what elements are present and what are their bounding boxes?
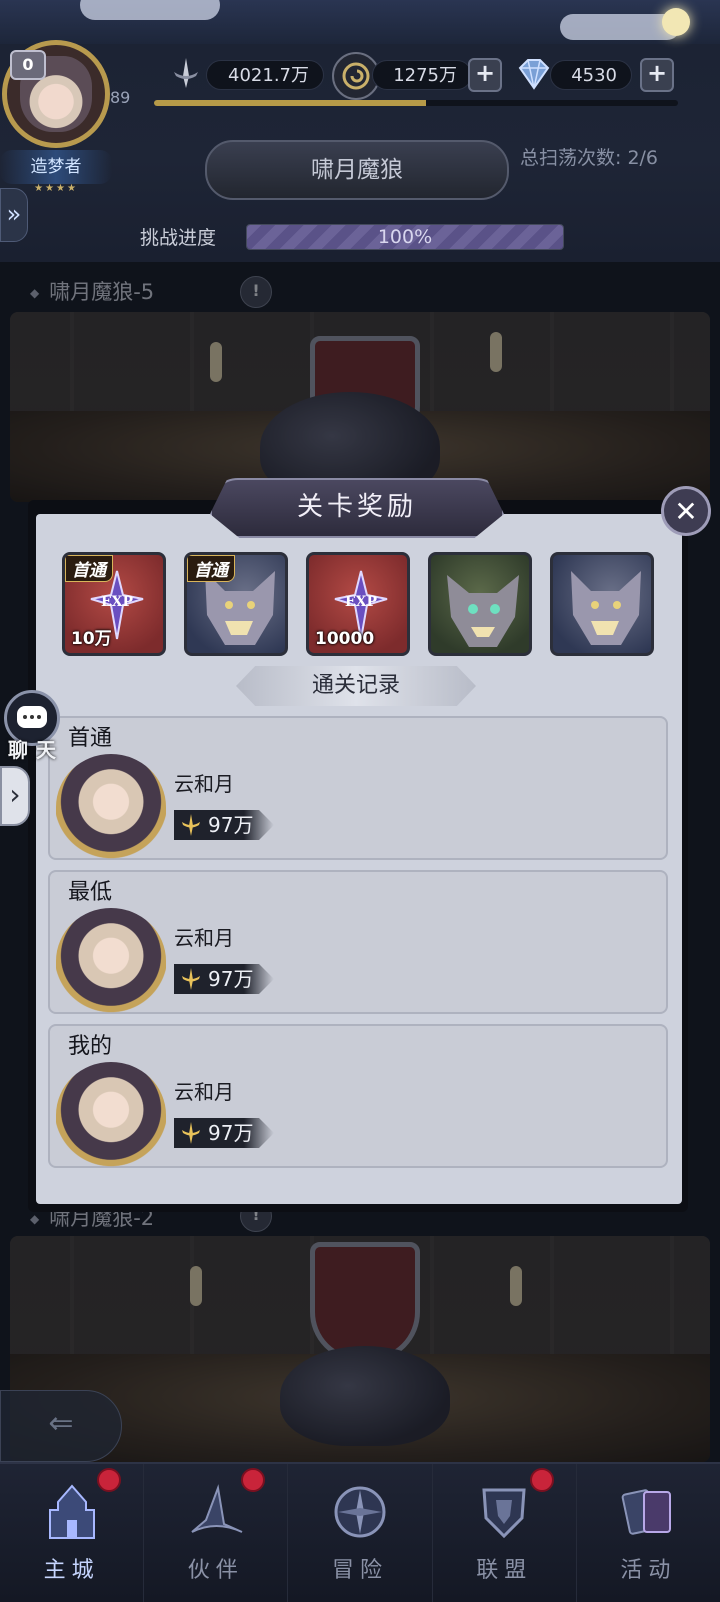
record-label: 我的 [68, 1034, 113, 1059]
record-player-name: 云和月 [174, 926, 234, 950]
reward-amount: 10万 [71, 629, 112, 649]
reward-item[interactable]: EXP 10000 [306, 552, 410, 656]
close-button[interactable]: ✕ [661, 486, 711, 536]
records-title: 通关记录 [311, 673, 400, 698]
reward-item[interactable]: 首通 [184, 552, 288, 656]
challenge-progress-text: 100% [377, 226, 433, 248]
side-expand-button[interactable]: › [0, 766, 30, 826]
svg-text:EXP: EXP [101, 594, 134, 610]
wolf-green-avatar-icon [447, 575, 519, 647]
add-gold-button[interactable]: + [468, 58, 502, 92]
nav-label: 活动 [620, 1558, 677, 1583]
challenge-progress-bar: 100% [246, 224, 564, 250]
vip-badge: 0 [10, 50, 46, 80]
chat-label: 聊天 [8, 738, 64, 762]
player-portrait [56, 1062, 166, 1168]
reward-item[interactable] [550, 552, 654, 656]
challenge-progress-label: 挑战进度 [140, 227, 217, 249]
record-card-lowest[interactable]: 最低 云和月 97万 [48, 870, 668, 1014]
player-level: 89 [110, 88, 131, 107]
sword-power-icon [182, 968, 200, 990]
gold-value: 1275万 [372, 60, 472, 90]
add-diamond-button[interactable]: + [640, 58, 674, 92]
svg-text:EXP: EXP [345, 594, 378, 610]
night-sky-decoration [0, 0, 720, 44]
record-player-name: 云和月 [174, 1080, 234, 1104]
record-power: 97万 [208, 967, 254, 991]
record-card-mine[interactable]: 我的 云和月 97万 [48, 1024, 668, 1168]
bottom-nav: 主城 伙伴 冒险 联盟 活动 [0, 1462, 720, 1602]
moon-icon [662, 8, 690, 36]
wolf-avatar-icon [571, 571, 641, 645]
notification-dot [97, 1468, 122, 1492]
first-clear-tag: 首通 [187, 555, 235, 582]
nav-main-city[interactable]: 主城 [0, 1464, 145, 1602]
nav-alliance[interactable]: 联盟 [433, 1464, 577, 1602]
sword-power-icon [182, 1122, 200, 1144]
nav-label: 伙伴 [187, 1558, 244, 1583]
nav-partners[interactable]: 伙伴 [144, 1464, 289, 1602]
sweep-count: 总扫荡次数: 2/6 [520, 147, 659, 169]
record-card-first[interactable]: 首通 云和月 97万 [48, 716, 668, 860]
reward-item[interactable] [428, 552, 532, 656]
notification-dot [241, 1468, 266, 1492]
record-power: 97万 [208, 1121, 254, 1145]
reward-item[interactable]: EXP 首通 10万 [62, 552, 166, 656]
cards-icon [612, 1476, 684, 1548]
power-value: 4021.7万 [206, 60, 324, 90]
wizard-hat-icon [180, 1476, 252, 1548]
compass-icon [324, 1476, 396, 1548]
record-label: 最低 [68, 880, 113, 905]
record-label: 首通 [68, 726, 113, 751]
player-portrait [56, 754, 166, 860]
chat-bubble-icon [17, 706, 47, 728]
nav-label: 冒险 [332, 1558, 389, 1583]
modal-title-plate: 关卡奖励 [210, 478, 504, 538]
nav-events[interactable]: 活动 [577, 1464, 720, 1602]
player-title: 造梦者 [0, 150, 112, 184]
record-power-badge: 97万 [174, 810, 274, 840]
record-power-badge: 97万 [174, 1118, 274, 1148]
nav-label: 主城 [43, 1558, 100, 1583]
notification-dot [529, 1468, 554, 1492]
first-clear-tag: 首通 [65, 555, 113, 582]
record-player-name: 云和月 [174, 772, 234, 796]
diamond-value: 4530 [550, 60, 632, 90]
reward-amount: 10000 [315, 629, 375, 649]
record-power-badge: 97万 [174, 964, 274, 994]
boss-name-plate: 啸月魔狼 [205, 140, 509, 200]
shield-crest-icon [468, 1476, 540, 1548]
player-portrait [56, 908, 166, 1014]
boss-name: 啸月魔狼 [311, 157, 403, 183]
record-power: 97万 [208, 813, 254, 837]
castle-icon [36, 1476, 108, 1548]
modal-title: 关卡奖励 [296, 492, 417, 522]
sword-power-icon [182, 814, 200, 836]
nav-label: 联盟 [476, 1558, 533, 1583]
nav-adventure[interactable]: 冒险 [288, 1464, 433, 1602]
player-stars: ★★★★ [34, 183, 78, 194]
records-title-plate: 通关记录 [236, 666, 476, 706]
exp-bar [154, 100, 678, 106]
side-menu-toggle[interactable]: » [0, 188, 28, 242]
sword-power-icon [164, 52, 208, 96]
